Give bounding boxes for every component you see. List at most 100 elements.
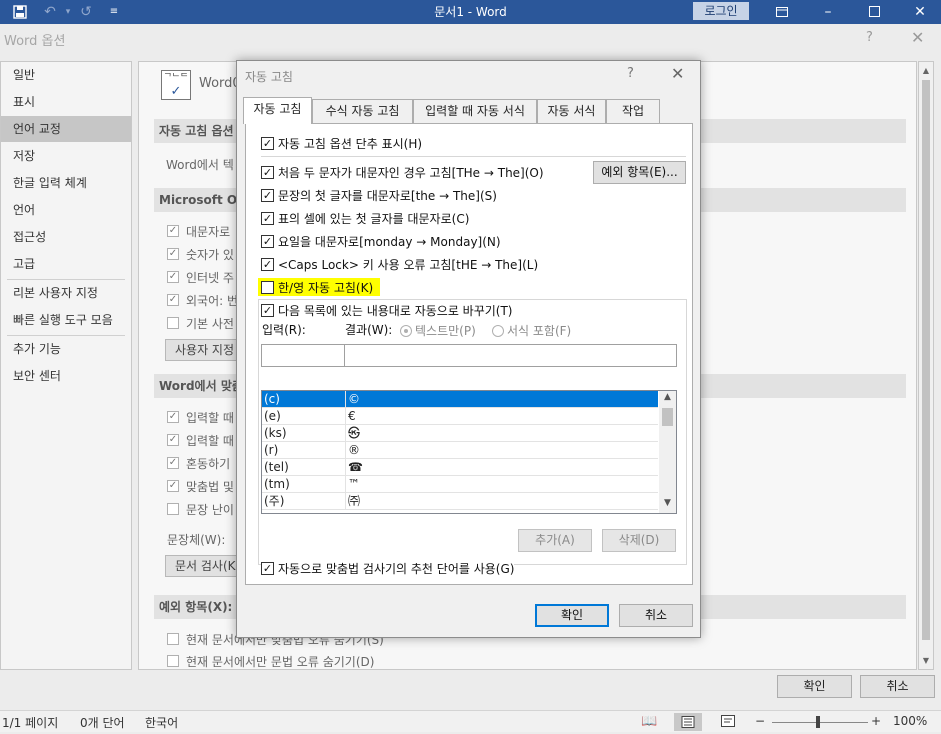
replace-as-you-type-checkbox[interactable]: ✓ 다음 목록에 있는 내용대로 자동으로 바꾸기(T) (261, 303, 517, 319)
nav-item-addins[interactable]: 추가 기능 (1, 336, 131, 362)
office-option-label: 대문자로 (186, 225, 231, 239)
scroll-thumb[interactable] (662, 408, 673, 426)
checkbox[interactable] (167, 503, 179, 515)
zoom-in-button[interactable]: + (871, 714, 881, 728)
entry-to: ® (348, 443, 360, 457)
close-icon[interactable]: ✕ (911, 28, 924, 47)
entry-to: ㈜ (348, 494, 361, 508)
scroll-up-icon[interactable]: ▲ (919, 64, 933, 78)
capitalize-days-checkbox[interactable]: ✓ 요일을 대문자로[monday → Monday](N) (261, 234, 501, 250)
checkbox-box (261, 281, 274, 294)
capitalize-sentence-checkbox[interactable]: ✓ 문장의 첫 글자를 대문자로[the → The](S) (261, 188, 497, 204)
list-item[interactable]: (r) ® (262, 442, 658, 459)
spellcheck-suggestions-checkbox[interactable]: ✓ 자동으로 맞춤법 검사기의 추천 단어를 사용(G) (261, 561, 515, 577)
help-icon[interactable]: ? (627, 66, 634, 81)
language-indicator[interactable]: 한국어 (145, 714, 178, 731)
list-scrollbar[interactable]: ▲ ▼ (659, 391, 676, 513)
print-layout-icon[interactable] (674, 713, 702, 731)
list-item[interactable]: (e) € (262, 408, 658, 425)
checkbox[interactable]: ✓ (167, 411, 179, 423)
nav-item-advanced[interactable]: 고급 (1, 251, 131, 277)
tab-autoformat-as-you-type[interactable]: 입력할 때 자동 서식 (413, 99, 537, 123)
plain-text-radio[interactable]: 텍스트만(P) (400, 323, 476, 339)
checkbox[interactable] (167, 633, 179, 645)
add-entry-button[interactable]: 추가(A) (518, 529, 592, 552)
checkbox[interactable]: ✓ (167, 225, 179, 237)
two-initial-caps-checkbox[interactable]: ✓ 처음 두 문자가 대문자인 경우 고침[THe → The](O) (261, 165, 544, 181)
checkbox[interactable]: ✓ (167, 457, 179, 469)
word-count[interactable]: 0개 단어 (80, 714, 125, 731)
list-item[interactable]: (tel) ☎ (262, 459, 658, 476)
zoom-slider[interactable] (772, 722, 868, 723)
checkbox[interactable]: ✓ (167, 294, 179, 306)
input-label: 입력(R): (262, 323, 306, 337)
exceptions-button[interactable]: 예외 항목(E)... (593, 161, 686, 184)
formatted-text-radio[interactable]: 서식 포함(F) (492, 323, 571, 339)
hangul-english-autocorrect-checkbox[interactable]: 한/영 자동 고침(K) (261, 280, 373, 296)
scroll-down-icon[interactable]: ▼ (659, 498, 676, 508)
close-icon[interactable]: ✕ (910, 2, 930, 22)
zoom-slider-thumb[interactable] (816, 716, 820, 728)
checkbox[interactable]: ✓ (167, 248, 179, 260)
nav-item-language[interactable]: 언어 (1, 197, 131, 223)
nav-item-quick-access[interactable]: 빠른 실행 도구 모음 (1, 307, 131, 333)
ribbon-display-icon[interactable] (772, 2, 792, 22)
column-divider (345, 425, 346, 442)
replace-input-field[interactable] (261, 344, 346, 367)
tab-math-autocorrect[interactable]: 수식 자동 고침 (312, 99, 413, 123)
delete-entry-button[interactable]: 삭제(D) (602, 529, 676, 552)
login-button[interactable]: 로그인 (693, 2, 749, 20)
with-input-field[interactable] (344, 344, 677, 367)
checkbox[interactable]: ✓ (167, 480, 179, 492)
option-label: <Caps Lock> 키 사용 오류 고침[tHE → The](L) (278, 258, 539, 272)
nav-item-hangul-input[interactable]: 한글 입력 체계 (1, 170, 131, 196)
option-label: 한/영 자동 고침(K) (278, 281, 374, 295)
scroll-thumb[interactable] (922, 80, 930, 640)
nav-item-save[interactable]: 저장 (1, 143, 131, 169)
read-mode-icon[interactable]: 📖 (641, 714, 657, 729)
minimize-icon[interactable]: – (818, 2, 838, 22)
nav-item-general[interactable]: 일반 (1, 62, 131, 88)
dialog-ok-button[interactable]: 확인 (535, 604, 609, 627)
recheck-document-button[interactable]: 문서 검사(K (165, 555, 245, 577)
checkbox[interactable] (167, 655, 179, 667)
page-count[interactable]: 1/1 페이지 (2, 714, 58, 731)
entry-to: ☎ (348, 460, 363, 474)
autocorrect-entries-list[interactable]: (c) © (e) € (ks) ㉿ (r) ® (tel) ☎ (tm) ™ (주) ㈜ ▲… (261, 390, 677, 514)
maximize-icon[interactable] (864, 2, 884, 22)
entry-from: (c) (264, 392, 280, 406)
scroll-up-icon[interactable]: ▲ (659, 392, 676, 402)
nav-item-customize-ribbon[interactable]: 리본 사용자 지정 (1, 280, 131, 306)
nav-item-trust-center[interactable]: 보안 센터 (1, 363, 131, 389)
tab-actions[interactable]: 작업 (606, 99, 660, 123)
checkbox[interactable]: ✓ (167, 434, 179, 446)
tab-autocorrect[interactable]: 자동 고침 (243, 97, 312, 124)
checkbox[interactable] (167, 317, 179, 329)
caps-lock-checkbox[interactable]: ✓ <Caps Lock> 키 사용 오류 고침[tHE → The](L) (261, 257, 538, 273)
checkbox[interactable]: ✓ (167, 271, 179, 283)
scroll-down-icon[interactable]: ▼ (919, 654, 933, 668)
zoom-out-button[interactable]: − (755, 714, 765, 728)
show-options-buttons-label: 자동 고침 옵션 단추 표시(H) (278, 137, 423, 151)
nav-item-accessibility[interactable]: 접근성 (1, 224, 131, 250)
options-cancel-button[interactable]: 취소 (860, 675, 935, 698)
show-options-buttons-checkbox[interactable]: ✓ 자동 고침 옵션 단추 표시(H) (261, 136, 422, 152)
close-icon[interactable]: ✕ (671, 64, 684, 83)
nav-item-proofing[interactable]: 언어 교정 (1, 116, 131, 142)
radio-label: 텍스트만(P) (415, 324, 476, 338)
dialog-cancel-button[interactable]: 취소 (619, 604, 693, 627)
help-icon[interactable]: ? (866, 30, 873, 45)
options-ok-button[interactable]: 확인 (777, 675, 852, 698)
zoom-level[interactable]: 100% (893, 714, 927, 728)
list-item[interactable]: (c) © (262, 391, 658, 408)
capitalize-table-cells-checkbox[interactable]: ✓ 표의 셀에 있는 첫 글자를 대문자로(C) (261, 211, 469, 227)
tab-autoformat[interactable]: 자동 서식 (537, 99, 606, 123)
options-scrollbar[interactable]: ▲ ▼ (918, 61, 934, 670)
nav-item-display[interactable]: 표시 (1, 89, 131, 115)
list-item[interactable]: (주) ㈜ (262, 493, 658, 510)
list-item[interactable]: (tm) ™ (262, 476, 658, 493)
custom-dictionary-button[interactable]: 사용자 지정 (165, 339, 245, 361)
list-item[interactable]: (ks) ㉿ (262, 425, 658, 442)
web-layout-icon[interactable] (721, 714, 735, 730)
column-divider (345, 408, 346, 425)
